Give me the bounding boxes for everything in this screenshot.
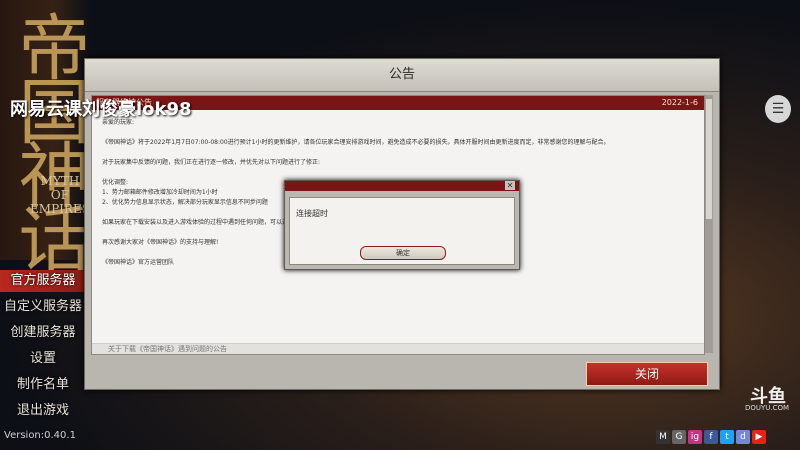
notice-date: 2022-1-6 bbox=[661, 98, 698, 107]
next-notice-item[interactable]: 关于下载《帝国神话》遇到问题的公告 bbox=[92, 343, 704, 354]
version-label: Version:0.40.1 bbox=[4, 430, 76, 441]
dialog-message: 连接超时 bbox=[296, 209, 328, 218]
window-title: 公告 bbox=[85, 59, 719, 92]
instagram-icon[interactable]: ig bbox=[688, 430, 702, 444]
ok-button[interactable]: 确定 bbox=[360, 246, 446, 260]
close-button[interactable]: 关闭 bbox=[586, 362, 708, 386]
menu-custom-servers[interactable]: 自定义服务器 bbox=[0, 296, 86, 318]
scroll-thumb[interactable] bbox=[706, 99, 712, 219]
game-logo-cn: 帝国神话 bbox=[6, 10, 90, 266]
discord-icon[interactable]: d bbox=[736, 430, 750, 444]
douyu-url: DOUYU.COM bbox=[744, 404, 790, 412]
social-icons: M G ig f t d ▶ bbox=[656, 430, 766, 444]
feedback-paragraph: 对于玩家集中反馈的问题，我们正在进行逐一修改，并优先对以下问题进行了修正: bbox=[102, 159, 321, 166]
twitter-icon[interactable]: t bbox=[720, 430, 734, 444]
notes-icon[interactable]: ☰ bbox=[765, 95, 791, 123]
youtube-icon[interactable]: ▶ bbox=[752, 430, 766, 444]
facebook-icon[interactable]: f bbox=[704, 430, 718, 444]
m-icon[interactable]: M bbox=[656, 430, 670, 444]
menu-settings[interactable]: 设置 bbox=[0, 348, 86, 370]
maintenance-paragraph: 《帝国神话》将于2022年1月7日07:00-08:00进行预计1小时的更新维护… bbox=[102, 139, 610, 146]
g-icon[interactable]: G bbox=[672, 430, 686, 444]
timeout-dialog: ✕ 连接超时 确定 bbox=[284, 180, 520, 270]
main-menu: 官方服务器 自定义服务器 创建服务器 设置 制作名单 退出游戏 bbox=[0, 270, 86, 426]
dialog-titlebar: ✕ bbox=[285, 181, 519, 191]
content-scrollbar[interactable] bbox=[705, 95, 713, 353]
stream-watermark: 网易云课刘俊豪lok98 bbox=[10, 99, 192, 120]
menu-create-server[interactable]: 创建服务器 bbox=[0, 322, 86, 344]
close-icon[interactable]: ✕ bbox=[505, 181, 515, 190]
game-logo-en: MYTH OF EMPIRES bbox=[30, 174, 90, 216]
menu-exit-game[interactable]: 退出游戏 bbox=[0, 400, 86, 422]
dialog-panel: 连接超时 确定 bbox=[289, 197, 515, 265]
menu-official-servers[interactable]: 官方服务器 bbox=[0, 270, 86, 292]
menu-credits[interactable]: 制作名单 bbox=[0, 374, 86, 396]
